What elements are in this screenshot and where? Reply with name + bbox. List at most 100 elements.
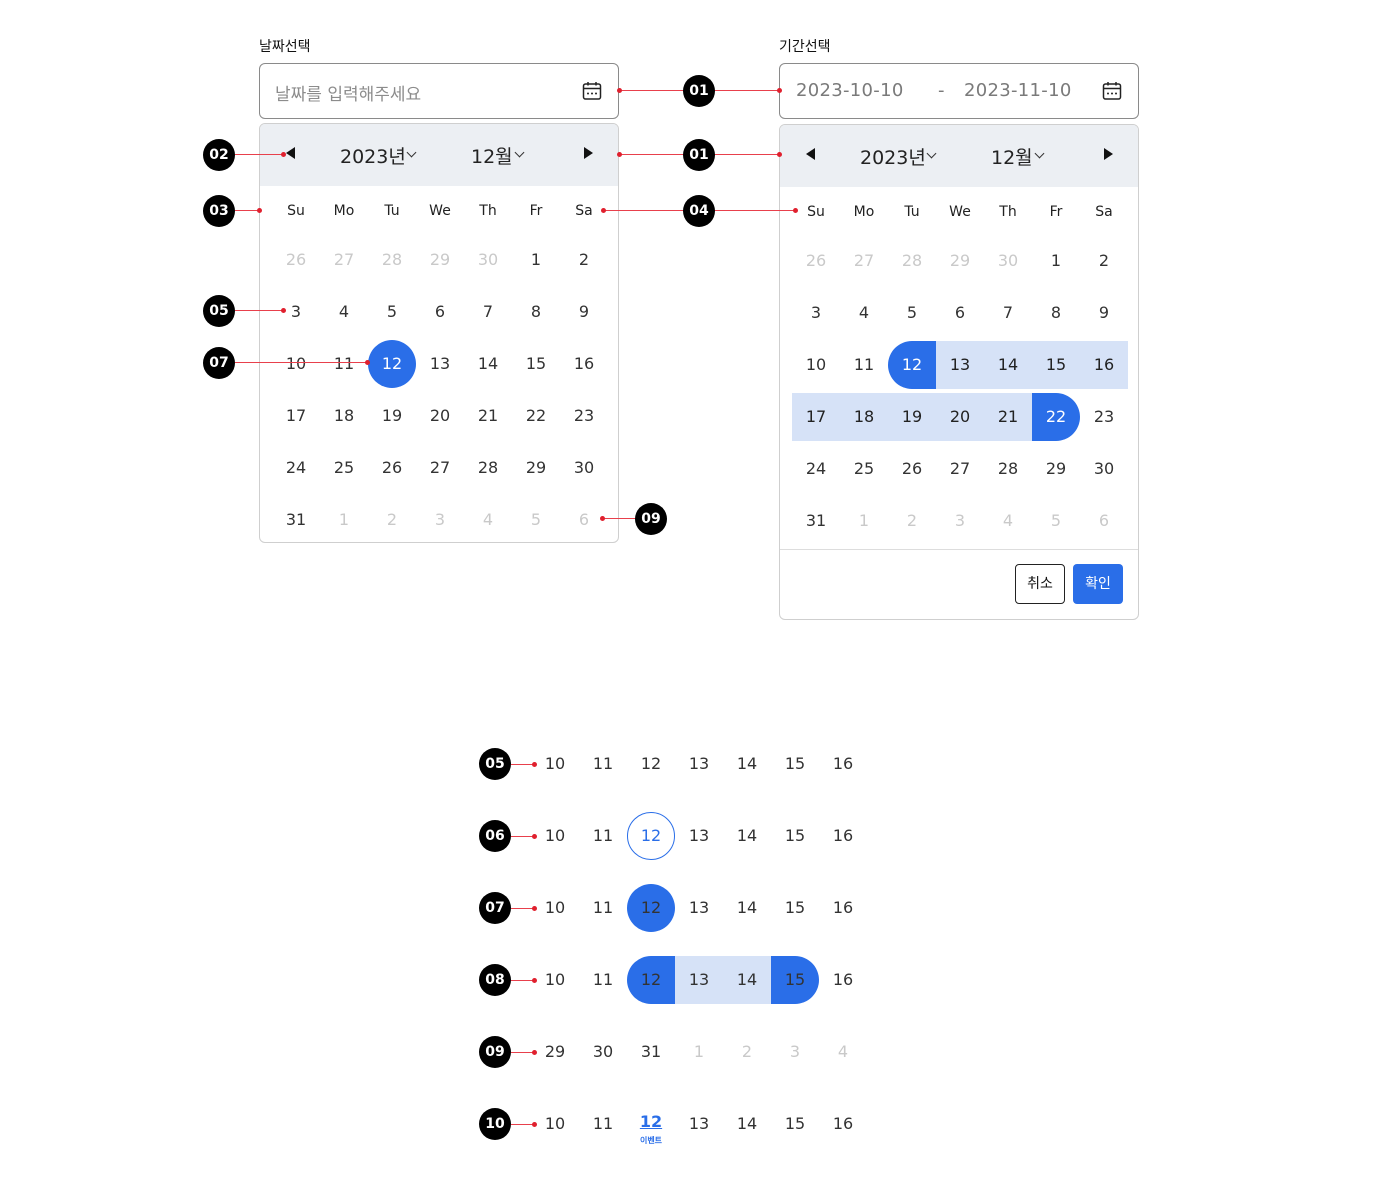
range-start-value[interactable]: 2023-10-10 bbox=[796, 80, 904, 101]
calendar-day[interactable]: 4 bbox=[840, 289, 888, 337]
calendar-day[interactable]: 6 bbox=[1080, 497, 1128, 545]
calendar-day[interactable]: 28 bbox=[464, 444, 512, 492]
state-day[interactable]: 16 bbox=[819, 812, 867, 860]
calendar-day[interactable]: 2 bbox=[888, 497, 936, 545]
range-middle-day[interactable]: 13 bbox=[936, 341, 984, 389]
calendar-day[interactable]: 27 bbox=[936, 445, 984, 493]
calendar-day[interactable]: 15 bbox=[512, 340, 560, 388]
calendar-day[interactable]: 29 bbox=[416, 236, 464, 284]
state-day[interactable]: 30 bbox=[579, 1028, 627, 1076]
state-day[interactable]: 14 bbox=[723, 884, 771, 932]
state-day[interactable]: 10 bbox=[531, 884, 579, 932]
calendar-day[interactable]: 1 bbox=[320, 496, 368, 542]
calendar-day[interactable]: 13 bbox=[416, 340, 464, 388]
calendar-day[interactable]: 23 bbox=[1080, 393, 1128, 441]
state-day[interactable]: 11 bbox=[579, 1100, 627, 1148]
selected-day[interactable]: 12 bbox=[368, 340, 416, 388]
calendar-day[interactable]: 5 bbox=[888, 289, 936, 337]
calendar-day[interactable]: 24 bbox=[272, 444, 320, 492]
range-end-day[interactable]: 15 bbox=[771, 956, 819, 1004]
range-middle-day[interactable]: 20 bbox=[936, 393, 984, 441]
calendar-day[interactable]: 29 bbox=[936, 237, 984, 285]
calendar-day[interactable]: 28 bbox=[368, 236, 416, 284]
calendar-day[interactable]: 21 bbox=[464, 392, 512, 440]
month-select[interactable]: 12월 bbox=[991, 143, 1033, 170]
calendar-day[interactable]: 25 bbox=[840, 445, 888, 493]
calendar-icon[interactable] bbox=[582, 81, 602, 101]
state-day[interactable]: 13 bbox=[675, 884, 723, 932]
calendar-day[interactable]: 30 bbox=[464, 236, 512, 284]
cancel-button[interactable]: 취소 bbox=[1015, 564, 1065, 604]
calendar-day[interactable]: 29 bbox=[1032, 445, 1080, 493]
range-middle-day[interactable]: 16 bbox=[1080, 341, 1128, 389]
range-end-day[interactable]: 22 bbox=[1032, 393, 1080, 441]
range-start-day[interactable]: 12 bbox=[627, 956, 675, 1004]
calendar-day[interactable]: 28 bbox=[984, 445, 1032, 493]
state-day[interactable]: 14 bbox=[723, 740, 771, 788]
state-day[interactable]: 15 bbox=[771, 1100, 819, 1148]
state-day[interactable]: 10 bbox=[531, 956, 579, 1004]
triangle-right-icon[interactable] bbox=[584, 147, 593, 159]
calendar-day[interactable]: 8 bbox=[512, 288, 560, 336]
calendar-day[interactable]: 11 bbox=[320, 340, 368, 388]
state-day[interactable]: 15 bbox=[771, 812, 819, 860]
range-end-value[interactable]: 2023-11-10 bbox=[964, 80, 1072, 101]
calendar-day[interactable]: 8 bbox=[1032, 289, 1080, 337]
calendar-day[interactable]: 18 bbox=[320, 392, 368, 440]
range-start-day[interactable]: 12 bbox=[888, 341, 936, 389]
state-day[interactable]: 11 bbox=[579, 812, 627, 860]
calendar-day[interactable]: 26 bbox=[368, 444, 416, 492]
range-middle-day[interactable]: 17 bbox=[792, 393, 840, 441]
calendar-day[interactable]: 23 bbox=[560, 392, 608, 440]
range-middle-day[interactable]: 14 bbox=[723, 956, 771, 1004]
calendar-day[interactable]: 6 bbox=[416, 288, 464, 336]
state-day[interactable]: 16 bbox=[819, 884, 867, 932]
outside-month-day[interactable]: 2 bbox=[723, 1028, 771, 1076]
calendar-day[interactable]: 26 bbox=[888, 445, 936, 493]
calendar-day[interactable]: 16 bbox=[560, 340, 608, 388]
calendar-day[interactable]: 7 bbox=[464, 288, 512, 336]
calendar-day[interactable]: 3 bbox=[936, 497, 984, 545]
range-middle-day[interactable]: 14 bbox=[984, 341, 1032, 389]
selected-day[interactable]: 12 bbox=[627, 884, 675, 932]
calendar-day[interactable]: 2 bbox=[560, 236, 608, 284]
calendar-day[interactable]: 22 bbox=[512, 392, 560, 440]
state-day[interactable]: 14 bbox=[723, 1100, 771, 1148]
calendar-day[interactable]: 28 bbox=[888, 237, 936, 285]
outside-month-day[interactable]: 4 bbox=[819, 1028, 867, 1076]
calendar-day[interactable]: 27 bbox=[320, 236, 368, 284]
today-day[interactable]: 12 bbox=[627, 812, 675, 860]
calendar-day[interactable]: 26 bbox=[272, 236, 320, 284]
calendar-day[interactable]: 10 bbox=[792, 341, 840, 389]
state-day[interactable]: 31 bbox=[627, 1028, 675, 1076]
state-day[interactable]: 16 bbox=[819, 740, 867, 788]
calendar-day[interactable]: 29 bbox=[512, 444, 560, 492]
month-select[interactable]: 12월 bbox=[471, 142, 513, 169]
calendar-day[interactable]: 9 bbox=[560, 288, 608, 336]
state-day[interactable]: 14 bbox=[723, 812, 771, 860]
calendar-day[interactable]: 5 bbox=[1032, 497, 1080, 545]
state-day[interactable]: 10 bbox=[531, 1100, 579, 1148]
calendar-day[interactable]: 24 bbox=[792, 445, 840, 493]
calendar-day[interactable]: 4 bbox=[984, 497, 1032, 545]
state-day[interactable]: 13 bbox=[675, 740, 723, 788]
state-day[interactable]: 11 bbox=[579, 740, 627, 788]
calendar-day[interactable]: 2 bbox=[368, 496, 416, 542]
state-day[interactable]: 16 bbox=[819, 956, 867, 1004]
calendar-day[interactable]: 17 bbox=[272, 392, 320, 440]
calendar-day[interactable]: 1 bbox=[840, 497, 888, 545]
calendar-day[interactable]: 20 bbox=[416, 392, 464, 440]
state-day[interactable]: 10 bbox=[531, 812, 579, 860]
calendar-day[interactable]: 5 bbox=[368, 288, 416, 336]
calendar-day[interactable]: 30 bbox=[560, 444, 608, 492]
state-day[interactable]: 13 bbox=[675, 1100, 723, 1148]
triangle-right-icon[interactable] bbox=[1104, 148, 1113, 160]
range-middle-day[interactable]: 19 bbox=[888, 393, 936, 441]
triangle-left-icon[interactable] bbox=[806, 148, 815, 160]
calendar-day[interactable]: 3 bbox=[416, 496, 464, 542]
calendar-day[interactable]: 30 bbox=[1080, 445, 1128, 493]
state-day[interactable]: 11 bbox=[579, 884, 627, 932]
calendar-day[interactable]: 6 bbox=[936, 289, 984, 337]
calendar-day[interactable]: 5 bbox=[512, 496, 560, 542]
year-select[interactable]: 2023년 bbox=[860, 143, 926, 170]
